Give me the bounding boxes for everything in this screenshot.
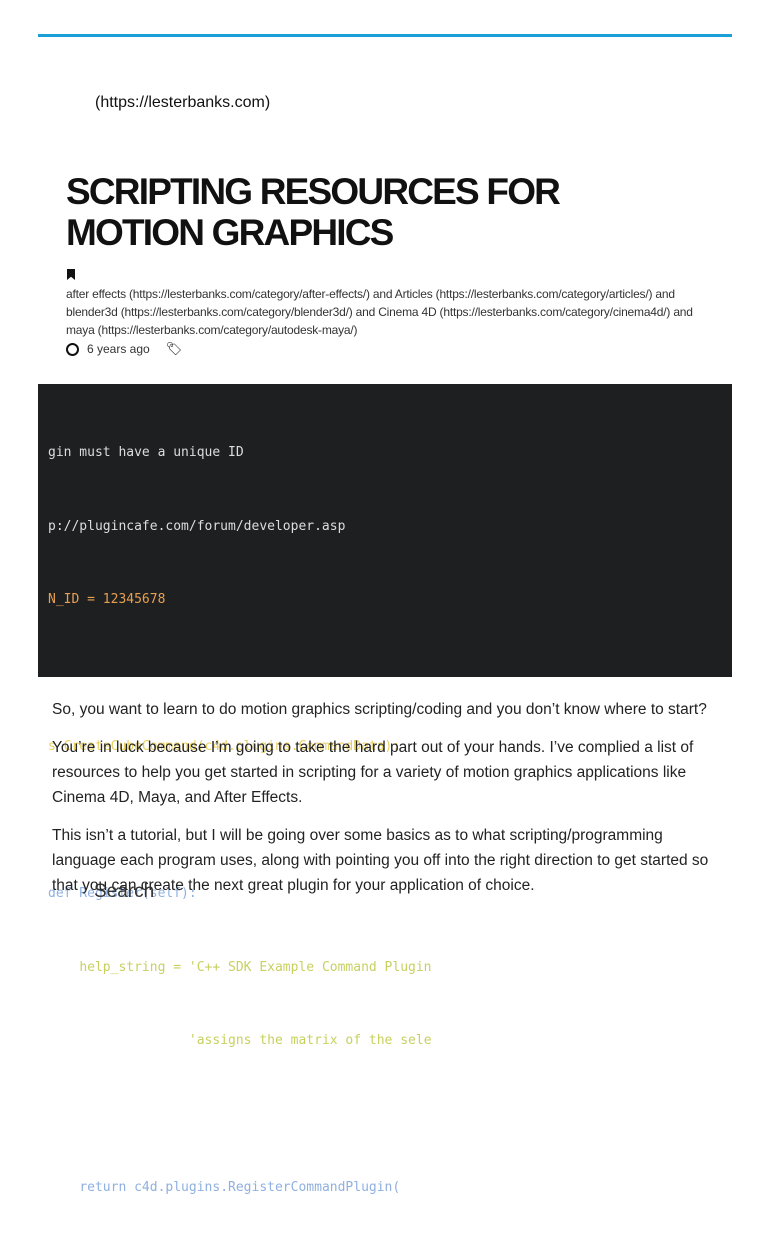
page: (https://lesterbanks.com) SCRIPTING RESO… — [0, 0, 768, 1195]
code-line: 'assigns the matrix of the sele — [48, 1033, 432, 1048]
code-line: return c4d.plugins.RegisterCommandPlugin… — [48, 1180, 401, 1195]
article-body: So, you want to learn to do motion graph… — [52, 697, 722, 898]
post-meta: 6 years ago 🏷 — [66, 341, 768, 357]
code-line: p://plugincafe.com/forum/developer.asp — [48, 518, 346, 534]
code-line: help_string = 'C++ SDK Example Command P… — [48, 959, 432, 975]
category-links[interactable]: after effects (https://lesterbanks.com/c… — [66, 285, 706, 339]
code-line: gin must have a unique ID — [48, 445, 244, 460]
tags-icon[interactable]: 🏷 — [166, 341, 183, 357]
top-divider — [38, 34, 732, 37]
paragraph: You’re in luck because I’m going to take… — [52, 739, 694, 806]
post-date: 6 years ago — [87, 342, 150, 356]
hero-image: gin must have a unique ID p://plugincafe… — [38, 384, 732, 1195]
clock-icon — [66, 342, 79, 356]
paragraph: So, you want to learn to do motion graph… — [52, 701, 707, 718]
code-line: N_ID = 12345678 — [48, 592, 166, 607]
page-title: SCRIPTING RESOURCES FOR MOTION GRAPHICS — [66, 171, 561, 253]
site-home-link[interactable]: (https://lesterbanks.com) — [95, 93, 768, 113]
bookmark-icon — [67, 269, 75, 280]
